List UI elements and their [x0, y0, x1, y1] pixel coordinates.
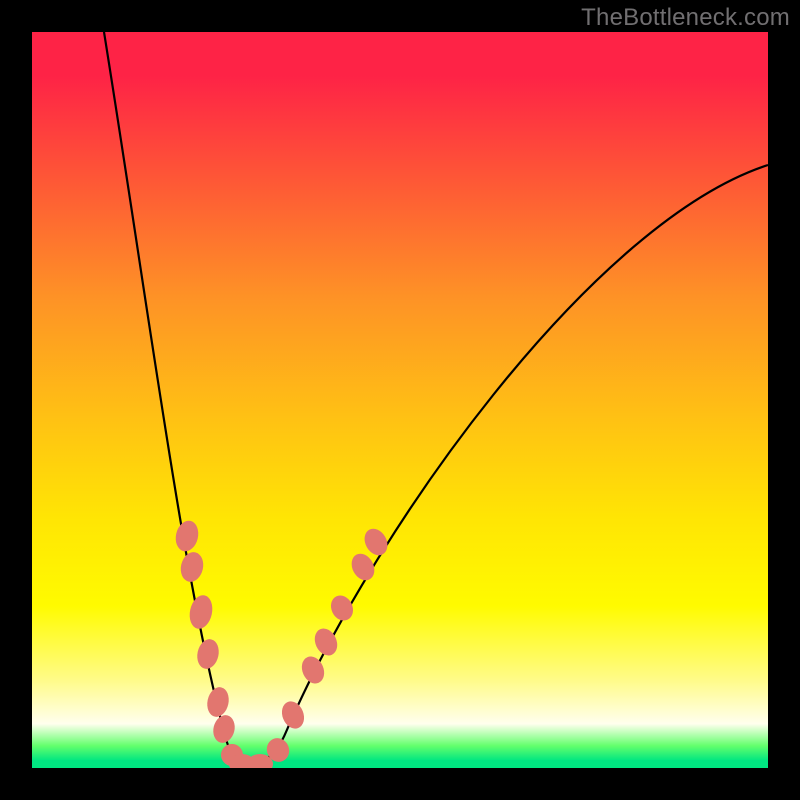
chart-frame: TheBottleneck.com — [0, 0, 800, 800]
watermark-text: TheBottleneck.com — [581, 4, 790, 32]
plot-area — [32, 32, 768, 768]
bottleneck-curve — [32, 32, 768, 768]
